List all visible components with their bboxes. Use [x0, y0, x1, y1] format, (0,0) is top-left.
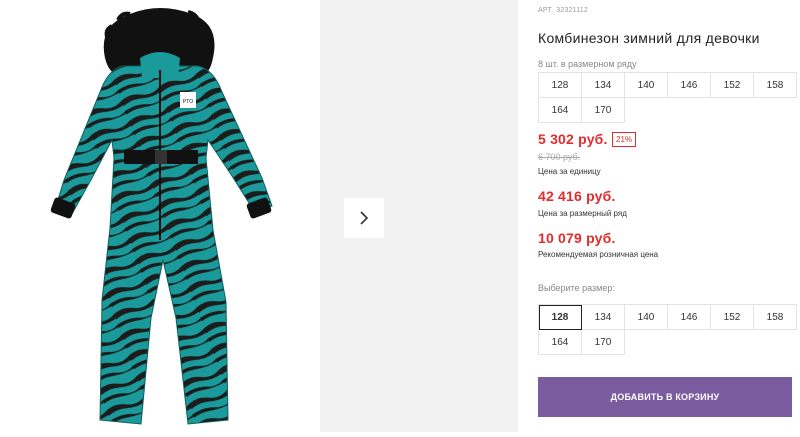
discount-badge: 21%	[612, 132, 637, 147]
range-price-label: Цена за размерный ряд	[538, 209, 627, 218]
gallery-secondary-image	[320, 0, 518, 432]
range-size-cell: 152	[711, 73, 754, 98]
size-range-grid: 128 134 140 146 152 158 164 170	[538, 72, 797, 123]
size-option-158[interactable]: 158	[754, 305, 797, 330]
size-range-label: 8 шт. в размерном ряду	[538, 59, 637, 69]
range-size-cell: 128	[539, 73, 582, 98]
size-option-134[interactable]: 134	[582, 305, 625, 330]
range-size-cell: 134	[582, 73, 625, 98]
range-size-cell: 158	[754, 73, 797, 98]
retail-price: 10 079 руб.	[538, 230, 616, 246]
gallery-next-button[interactable]	[344, 198, 384, 238]
retail-price-label: Рекомендуемая розничная цена	[538, 250, 659, 259]
unit-price: 5 302 руб.	[538, 131, 608, 147]
article-value: 32321112	[556, 7, 588, 14]
size-option-164[interactable]: 164	[539, 330, 582, 355]
size-option-128[interactable]: 128	[539, 305, 582, 330]
product-title: Комбинезон зимний для девочки	[538, 30, 760, 46]
article-label: АРТ.	[538, 7, 554, 14]
size-option-146[interactable]: 146	[668, 305, 711, 330]
size-option-170[interactable]: 170	[582, 330, 625, 355]
size-option-140[interactable]: 140	[625, 305, 668, 330]
unit-price-label: Цена за единицу	[538, 167, 601, 176]
size-select-grid: 128 134 140 146 152 158 164 170	[538, 304, 797, 355]
range-size-cell: 140	[625, 73, 668, 98]
size-select-label: Выберите размер:	[538, 283, 615, 293]
old-price: 6 700 руб.	[538, 152, 581, 162]
range-size-cell: 170	[582, 98, 625, 123]
snowsuit-illustration: PTO	[50, 8, 273, 425]
chevron-right-icon	[360, 211, 369, 225]
article-number: АРТ. 32321112	[538, 7, 591, 14]
product-image[interactable]: PTO	[0, 0, 320, 432]
range-size-cell: 164	[539, 98, 582, 123]
range-price: 42 416 руб.	[538, 188, 616, 204]
size-option-152[interactable]: 152	[711, 305, 754, 330]
range-size-cell: 146	[668, 73, 711, 98]
add-to-cart-button[interactable]: ДОБАВИТЬ В КОРЗИНУ	[538, 377, 792, 417]
product-info-panel: АРТ. 32321112 Комбинезон зимний для девоч…	[538, 0, 800, 432]
brand-logo-text: PTO	[183, 99, 193, 105]
